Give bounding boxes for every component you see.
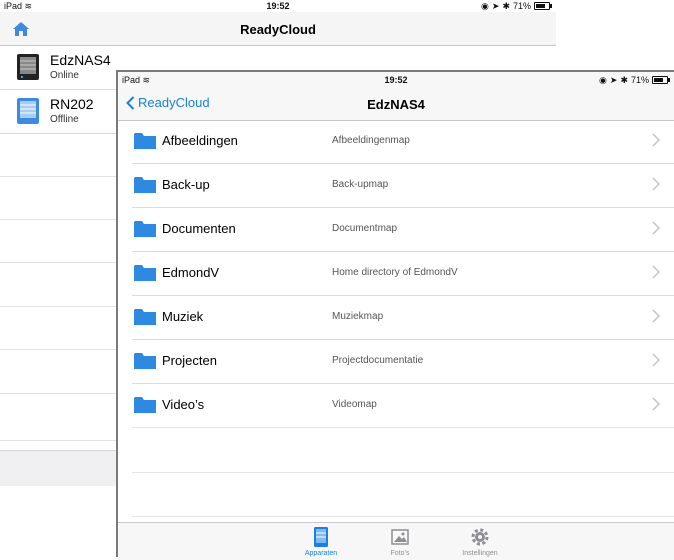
- folder-icon: [134, 353, 156, 369]
- nav-bar: ReadyCloud: [0, 12, 556, 46]
- tab-label: Apparaten: [304, 550, 338, 557]
- battery-percent: 71%: [512, 1, 531, 11]
- folder-row[interactable]: Video’s Videomap: [132, 384, 674, 428]
- folder-name: Video’s: [162, 397, 205, 412]
- chevron-right-icon: [652, 221, 660, 235]
- nav-bar: ReadyCloud EdzNAS4: [118, 88, 674, 121]
- chevron-right-icon: [652, 133, 660, 147]
- folder-icon: [134, 397, 156, 413]
- folder-icon: [134, 177, 156, 193]
- status-time: 19:52: [384, 75, 408, 85]
- status-bar: iPad ≋ 19:52 ◉ ➤ ✱ 71%: [0, 0, 556, 12]
- folder-row[interactable]: EdmondV Home directory of EdmondV: [132, 252, 674, 296]
- tab-label: Instellingen: [462, 550, 498, 557]
- chevron-right-icon: [652, 265, 660, 279]
- folder-row[interactable]: Projecten Projectdocumentatie: [132, 340, 674, 384]
- foreground-screen: iPad ≋ 19:52 ◉ ➤ ✱ 71% ReadyCloud EdzNAS…: [116, 70, 674, 560]
- folder-name: Back-up: [162, 177, 210, 192]
- separator: [132, 472, 674, 473]
- page-title: ReadyCloud: [240, 22, 316, 37]
- location-icon: ➤: [491, 1, 500, 11]
- tab-bar: Apparaten Foto’s Instellingen: [118, 522, 674, 560]
- separator: [132, 427, 674, 428]
- folder-list: Afbeeldingen Afbeeldingenmap Back-up Bac…: [118, 120, 674, 428]
- battery-icon: [652, 76, 670, 84]
- photo-icon: [391, 529, 409, 545]
- folder-row[interactable]: Muziek Muziekmap: [132, 296, 674, 340]
- separator: [0, 176, 116, 177]
- folder-description: Projectdocumentatie: [332, 355, 424, 366]
- rotation-lock-icon: ◉: [599, 75, 607, 85]
- separator: [0, 306, 116, 307]
- folder-description: Back-upmap: [332, 179, 389, 190]
- folder-icon: [134, 309, 156, 325]
- folder-name: Projecten: [162, 353, 217, 368]
- status-time: 19:52: [266, 1, 290, 11]
- folder-icon: [134, 133, 156, 149]
- separator: [0, 393, 116, 394]
- folder-name: Muziek: [162, 309, 204, 324]
- gear-icon: [471, 528, 489, 546]
- tab-instellingen[interactable]: Instellingen: [440, 526, 520, 557]
- folder-name: EdmondV: [162, 265, 220, 280]
- folder-row[interactable]: Afbeeldingen Afbeeldingenmap: [132, 120, 674, 164]
- tab-label: Foto’s: [390, 550, 410, 557]
- status-right: ◉ ➤ ✱ 71%: [481, 0, 552, 12]
- folder-description: Videomap: [332, 399, 377, 410]
- status-right: ◉ ➤ ✱ 71%: [599, 72, 670, 88]
- folder-description: Home directory of EdmondV: [332, 267, 458, 278]
- tab-apparaten[interactable]: Apparaten: [281, 526, 361, 557]
- device-status: Online: [50, 70, 79, 81]
- nas-device-icon: [17, 54, 39, 80]
- separator: [0, 262, 116, 263]
- folder-description: Afbeeldingenmap: [332, 135, 410, 146]
- folder-name: Afbeeldingen: [162, 133, 238, 148]
- folder-icon: [134, 265, 156, 281]
- bluetooth-icon: ✱: [502, 1, 510, 11]
- battery-percent: 71%: [630, 75, 649, 85]
- folder-icon: [134, 221, 156, 237]
- folder-row[interactable]: Documenten Documentmap: [132, 208, 674, 252]
- location-icon: ➤: [609, 75, 618, 85]
- folder-description: Muziekmap: [332, 311, 384, 322]
- bluetooth-icon: ✱: [620, 75, 628, 85]
- folder-name: Documenten: [162, 221, 236, 236]
- chevron-right-icon: [652, 353, 660, 367]
- separator: [0, 219, 116, 220]
- chevron-right-icon: [652, 397, 660, 411]
- folder-row[interactable]: Back-up Back-upmap: [132, 164, 674, 208]
- device-name: EdzNAS4: [50, 52, 111, 68]
- rotation-lock-icon: ◉: [481, 1, 489, 11]
- chevron-right-icon: [652, 177, 660, 191]
- chevron-right-icon: [652, 309, 660, 323]
- device-icon: [314, 527, 328, 547]
- nas-device-icon: [17, 98, 39, 124]
- device-status: Offline: [50, 114, 79, 125]
- status-bar: iPad ≋ 19:52 ◉ ➤ ✱ 71%: [118, 72, 674, 88]
- folder-description: Documentmap: [332, 223, 398, 234]
- separator: [132, 516, 674, 517]
- separator: [0, 349, 116, 350]
- page-title: EdzNAS4: [367, 97, 425, 112]
- separator: [0, 440, 116, 441]
- tab-fotos[interactable]: Foto’s: [360, 526, 440, 557]
- device-name: RN202: [50, 96, 94, 112]
- battery-icon: [534, 2, 552, 10]
